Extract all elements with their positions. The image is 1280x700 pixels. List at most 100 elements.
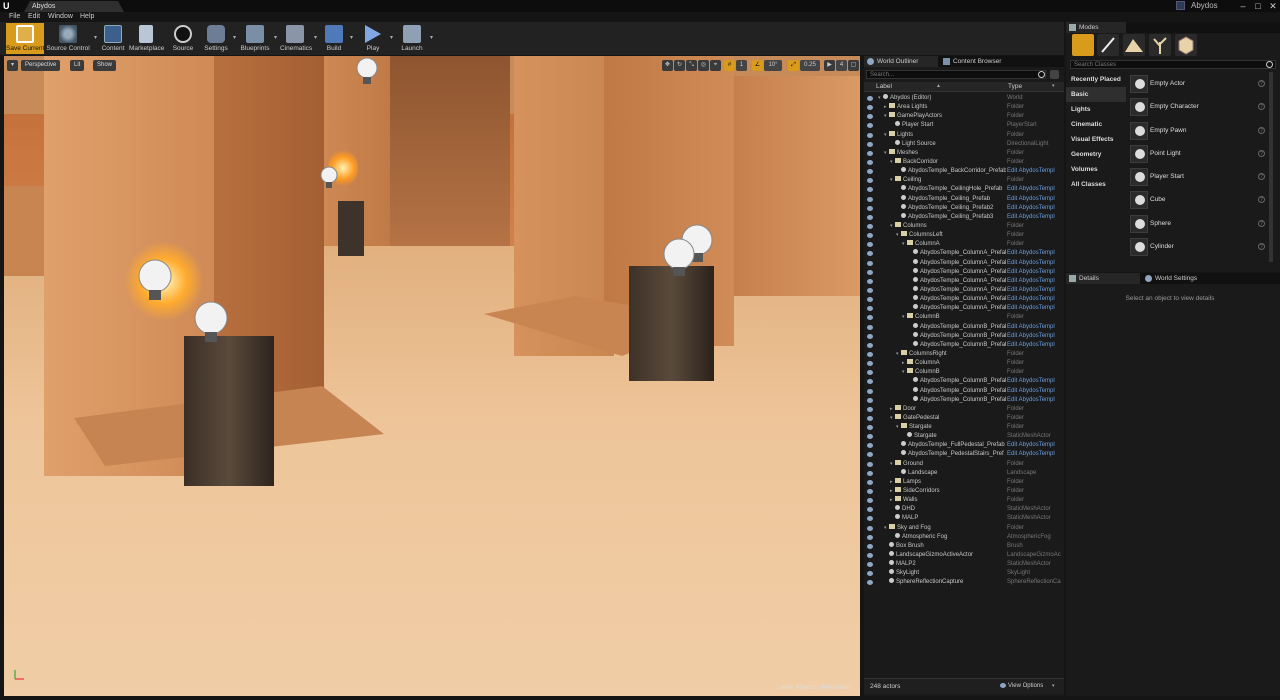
outliner-row[interactable]: ▾ BackCorridor Folder <box>864 157 1064 167</box>
edit-prefab-link[interactable]: Edit AbydosTempl <box>1007 249 1062 258</box>
category-geometry[interactable]: Geometry <box>1066 147 1126 162</box>
launch-button[interactable]: Launch ▾ <box>398 23 433 54</box>
class-item-point-light[interactable]: Point Light? <box>1128 142 1272 165</box>
marketplace-button[interactable]: Marketplace <box>129 23 164 54</box>
outliner-row[interactable]: ▾ Sky and Fog Folder <box>864 523 1064 533</box>
class-item-player-start[interactable]: Player Start? <box>1128 165 1272 188</box>
menu-edit[interactable]: Edit <box>28 12 40 22</box>
lit-button[interactable]: Lit <box>70 60 85 71</box>
show-button[interactable]: Show <box>93 60 117 71</box>
class-item-cube[interactable]: Cube? <box>1128 188 1272 211</box>
brazier-pedestal-back[interactable] <box>338 201 364 256</box>
search-classes-input[interactable]: Search Classes <box>1070 60 1276 69</box>
outliner-row[interactable]: AbydosTemple_ColumnA_Prefab Edit AbydosTe… <box>864 295 1064 304</box>
landscape-mode-icon[interactable] <box>1123 34 1145 56</box>
visibility-eye-icon[interactable] <box>867 141 873 147</box>
content-button[interactable]: Content <box>100 23 126 54</box>
help-icon[interactable]: ? <box>1258 103 1265 111</box>
visibility-eye-icon[interactable] <box>867 169 873 175</box>
visibility-eye-icon[interactable] <box>867 333 873 339</box>
source-control-button[interactable]: Source Control ▾ <box>46 23 97 54</box>
rotation-snap-icon[interactable]: ∠ <box>752 60 763 71</box>
scale-snap-value[interactable]: 0.25 <box>800 60 820 71</box>
visibility-eye-icon[interactable] <box>867 525 873 531</box>
paint-mode-icon[interactable] <box>1097 34 1119 56</box>
outliner-row[interactable]: ▸ Walls Folder <box>864 496 1064 505</box>
chevron-down-icon[interactable]: ▾ <box>1052 83 1055 89</box>
visibility-eye-icon[interactable] <box>867 150 873 156</box>
edit-prefab-link[interactable]: Edit AbydosTempl <box>1007 295 1062 304</box>
tab-content-browser[interactable]: Content Browser <box>940 56 1020 67</box>
outliner-row[interactable]: AbydosTemple_PedestalStairs_Pref Edit Aby… <box>864 450 1064 459</box>
help-icon[interactable]: ? <box>1258 196 1265 204</box>
outliner-row[interactable]: ▸ Door Folder <box>864 404 1064 414</box>
visibility-eye-icon[interactable] <box>867 223 873 229</box>
edit-prefab-link[interactable]: Edit AbydosTempl <box>1007 277 1062 286</box>
visibility-eye-icon[interactable] <box>867 287 873 293</box>
outliner-row[interactable]: AbydosTemple_ColumnA_Prefab Edit AbydosTe… <box>864 249 1064 258</box>
visibility-eye-icon[interactable] <box>867 361 873 367</box>
minimize-button[interactable]: – <box>1236 0 1250 12</box>
outliner-row[interactable]: Box Brush Brush <box>864 541 1064 551</box>
edit-prefab-link[interactable]: Edit AbydosTempl <box>1007 332 1062 341</box>
edit-prefab-link[interactable]: Edit AbydosTempl <box>1007 450 1062 459</box>
visibility-eye-icon[interactable] <box>867 351 873 357</box>
help-icon[interactable]: ? <box>1258 149 1265 157</box>
class-item-empty-character[interactable]: Empty Character? <box>1128 95 1272 118</box>
outliner-row[interactable]: MALP StaticMeshActor <box>864 514 1064 523</box>
visibility-eye-icon[interactable] <box>867 233 873 239</box>
visibility-eye-icon[interactable] <box>867 379 873 385</box>
outliner-row[interactable]: ▾ ColumnsRight Folder <box>864 349 1064 359</box>
visibility-eye-icon[interactable] <box>867 397 873 403</box>
edit-prefab-link[interactable]: Edit AbydosTempl <box>1007 341 1062 350</box>
level-viewport[interactable]: ▾ Perspective Lit Show ✥ ↻ ⤡ ◎ ⌖ # 1 ∠ 1… <box>4 56 860 696</box>
visibility-eye-icon[interactable] <box>867 489 873 495</box>
scale-snap-icon[interactable]: ⤢ <box>788 60 799 71</box>
visibility-eye-icon[interactable] <box>867 178 873 184</box>
visibility-eye-icon[interactable] <box>867 534 873 540</box>
perspective-button[interactable]: Perspective <box>21 60 61 71</box>
outliner-row[interactable]: AbydosTemple_ColumnA_Prefab Edit AbydosTe… <box>864 258 1064 268</box>
outliner-row[interactable]: ▾ Abydos (Editor) World <box>864 94 1064 103</box>
tab-world-outliner[interactable]: World Outliner <box>864 56 938 67</box>
outliner-row[interactable]: Player Start PlayerStart <box>864 121 1064 130</box>
outliner-row[interactable]: AbydosTemple_Ceiling_Prefab Edit AbydosTe… <box>864 194 1064 204</box>
outliner-row[interactable]: ▾ ColumnB Folder <box>864 368 1064 377</box>
tab-modes[interactable]: Modes <box>1066 22 1126 33</box>
outliner-row[interactable]: AbydosTemple_ColumnA_Prefab Edit AbydosTe… <box>864 285 1064 295</box>
visibility-eye-icon[interactable] <box>867 342 873 348</box>
class-item-sphere[interactable]: Sphere? <box>1128 212 1272 235</box>
visibility-eye-icon[interactable] <box>867 123 873 129</box>
edit-prefab-link[interactable]: Edit AbydosTempl <box>1007 304 1062 313</box>
visibility-eye-icon[interactable] <box>867 452 873 458</box>
visibility-eye-icon[interactable] <box>867 562 873 568</box>
place-mode-icon[interactable] <box>1072 34 1094 56</box>
visibility-eye-icon[interactable] <box>867 479 873 485</box>
help-icon[interactable]: ? <box>1258 219 1265 227</box>
blueprints-button[interactable]: Blueprints ▾ <box>240 23 277 54</box>
outliner-row[interactable]: ▾ Ceiling Folder <box>864 176 1064 185</box>
translate-tool-icon[interactable]: ✥ <box>662 60 673 71</box>
grid-snap-value[interactable]: 1 <box>736 60 747 71</box>
visibility-eye-icon[interactable] <box>867 388 873 394</box>
menu-help[interactable]: Help <box>80 12 94 22</box>
surface-snap-icon[interactable]: ⌖ <box>710 60 721 71</box>
visibility-eye-icon[interactable] <box>867 187 873 193</box>
visibility-eye-icon[interactable] <box>867 251 873 257</box>
visibility-eye-icon[interactable] <box>867 306 873 312</box>
outliner-row[interactable]: AbydosTemple_Ceiling_Prefab3 Edit AbydosT… <box>864 212 1064 222</box>
tab-details[interactable]: Details <box>1066 273 1140 284</box>
help-icon[interactable]: ? <box>1258 80 1265 87</box>
visibility-eye-icon[interactable] <box>867 205 873 211</box>
view-options-button[interactable]: View Options <box>1008 683 1043 689</box>
rotation-snap-value[interactable]: 10° <box>764 60 782 71</box>
outliner-row[interactable]: AbydosTemple_ColumnB_Prefab Edit AbydosTe… <box>864 331 1064 341</box>
outliner-row[interactable]: Stargate StaticMeshActor <box>864 432 1064 441</box>
outliner-row[interactable]: ▾ ColumnA Folder <box>864 240 1064 249</box>
point-light-icon[interactable] <box>356 56 390 96</box>
edit-prefab-link[interactable]: Edit AbydosTempl <box>1007 185 1062 194</box>
maximize-viewport-icon[interactable]: ▢ <box>848 60 859 71</box>
help-icon[interactable]: ? <box>1258 126 1265 134</box>
outliner-row[interactable]: LandscapeGizmoActiveActor LandscapeGizmoA… <box>864 551 1064 560</box>
classes-scrollbar[interactable] <box>1269 72 1273 262</box>
